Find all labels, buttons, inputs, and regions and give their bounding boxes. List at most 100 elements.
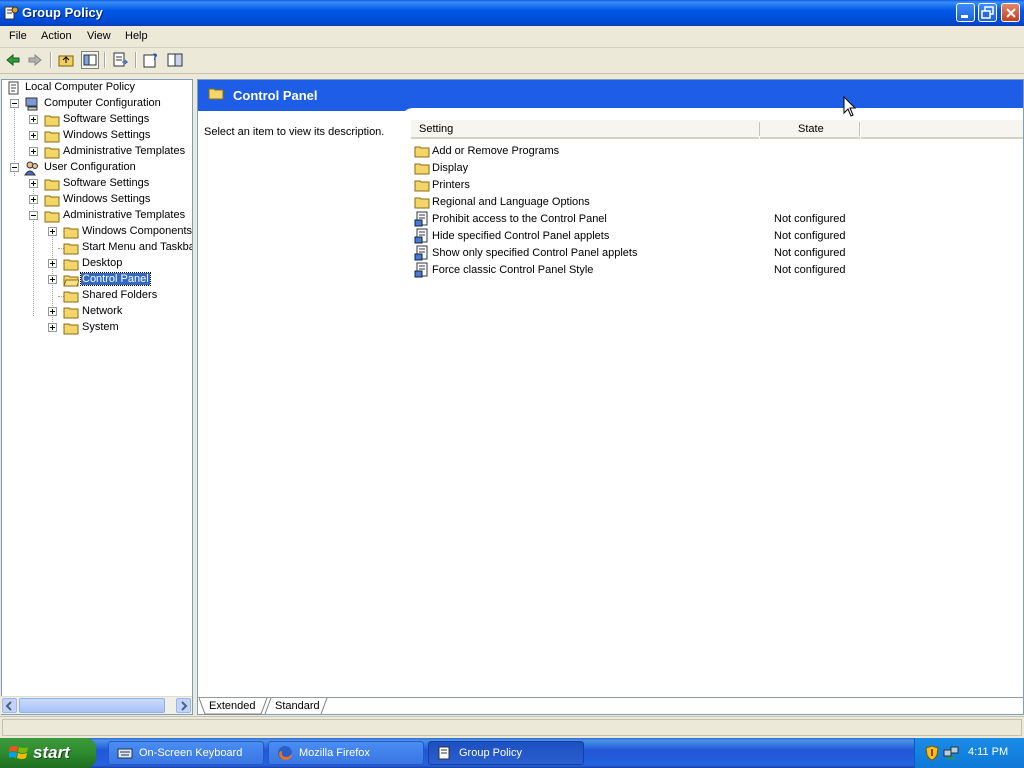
setting-name: Hide specified Control Panel applets [432,230,610,242]
expand-icon[interactable] [29,131,38,140]
column-header-empty [861,120,1023,139]
toolbar-separator [104,52,106,68]
show-hide-tree-button[interactable] [81,51,99,69]
clock: 4:11 PM [968,746,1009,758]
restore-icon [981,6,994,19]
details-pane[interactable]: Control Panel Select an item to view its… [197,79,1024,715]
expand-icon[interactable] [29,179,38,188]
collapse-icon[interactable] [10,99,19,108]
details-header: Control Panel [198,80,1023,111]
folder-icon [63,243,79,255]
column-header-label: State [798,123,824,135]
toolbar: ? [0,48,1024,74]
policy-scroll-icon [8,81,19,95]
tree-label: Software Settings [63,113,150,125]
restore-button[interactable] [978,3,997,22]
column-header-state[interactable]: State [760,120,860,139]
tree-horizontal-scrollbar[interactable] [1,696,192,714]
system-tray: 4:11 PM [914,738,1024,768]
folder-open-icon [63,275,79,287]
minimize-button[interactable] [956,3,975,22]
list-item[interactable]: Printers [414,177,1014,194]
folder-icon [414,197,430,209]
collapse-icon[interactable] [29,211,38,220]
expand-icon[interactable] [48,307,57,316]
console-tree[interactable]: Local Computer Policy Computer Configura… [1,79,193,715]
list-item[interactable]: Regional and Language Options [414,194,1014,211]
taskbar-item-group-policy[interactable]: Group Policy [428,741,584,765]
show-hide-tree-icon [83,54,97,66]
mouse-cursor-icon [843,96,857,117]
tab-extended[interactable]: Extended [199,698,268,715]
forward-arrow-icon[interactable] [26,51,44,69]
tree-label: Network [82,305,123,317]
expand-icon[interactable] [29,115,38,124]
menu-file[interactable]: File [9,30,27,42]
expand-icon[interactable] [48,259,57,268]
setting-name: Printers [432,179,470,191]
tree-label: Shared Folders [82,289,158,301]
column-header-setting[interactable]: Setting [411,120,759,139]
back-arrow-icon[interactable] [4,51,22,69]
up-folder-icon[interactable] [57,51,75,69]
expand-icon[interactable] [48,323,57,332]
folder-icon [44,147,60,159]
folder-icon [414,146,430,158]
setting-state: Not configured [774,247,846,259]
security-shield-icon[interactable] [924,745,940,761]
window-title: Group Policy [22,5,103,20]
network-icon[interactable] [943,745,959,761]
scroll-thumb[interactable] [19,698,165,713]
console-icon[interactable] [166,51,184,69]
toolbar-separator [135,52,137,68]
expand-icon[interactable] [48,275,57,284]
list-item[interactable]: Display [414,160,1014,177]
expand-icon[interactable] [29,147,38,156]
taskbar-item-onscreen-keyboard[interactable]: On-Screen Keyboard [108,741,264,765]
export-list-icon[interactable] [111,51,129,69]
svg-text:?: ? [152,52,158,62]
status-cell [2,719,1022,736]
list-item[interactable]: Prohibit access to the Control Panel Not … [414,211,1014,228]
setting-name: Display [432,162,469,174]
column-divider[interactable] [859,122,860,136]
computer-icon [25,97,38,111]
scroll-right-button[interactable] [176,698,191,713]
tree-label: Local Computer Policy [25,81,136,93]
taskbar-item-firefox[interactable]: Mozilla Firefox [268,741,424,765]
view-tabs: Extended Standard [197,697,1024,716]
folder-icon [63,259,79,271]
setting-name: Prohibit access to the Control Panel [432,213,607,225]
folder-icon [63,291,79,303]
chevron-left-icon [5,701,12,711]
properties-help-icon[interactable]: ? [142,51,160,69]
tab-standard[interactable]: Standard [261,698,333,715]
folder-icon [44,131,60,143]
details-title: Control Panel [233,88,318,103]
tree-label: Start Menu and Taskba [82,241,193,253]
list-item[interactable]: Hide specified Control Panel applets Not … [414,228,1014,245]
list-item[interactable]: Force classic Control Panel Style Not con… [414,262,1014,279]
folder-icon [414,180,430,192]
menu-help[interactable]: Help [125,30,148,42]
start-button[interactable]: start [0,738,96,768]
toolbar-separator [50,52,52,68]
menu-view[interactable]: View [87,30,111,42]
keyboard-icon [117,748,133,759]
scroll-left-button[interactable] [2,698,17,713]
expand-icon[interactable] [48,227,57,236]
collapse-icon[interactable] [10,163,19,172]
taskbar-label: Mozilla Firefox [299,747,370,759]
list-item[interactable]: Add or Remove Programs [414,143,1014,160]
menu-action[interactable]: Action [41,30,72,42]
tree-label: Windows Components [82,225,193,237]
menu-bar: File Action View Help [0,26,1024,48]
tab-label: Standard [275,700,320,712]
close-button[interactable] [1001,3,1020,22]
tab-label: Extended [209,700,256,712]
expand-icon[interactable] [29,195,38,204]
folder-open-icon [44,211,60,223]
list-item[interactable]: Show only specified Control Panel applet… [414,245,1014,262]
folder-icon [44,179,60,191]
tree-label: Administrative Templates [63,145,186,157]
